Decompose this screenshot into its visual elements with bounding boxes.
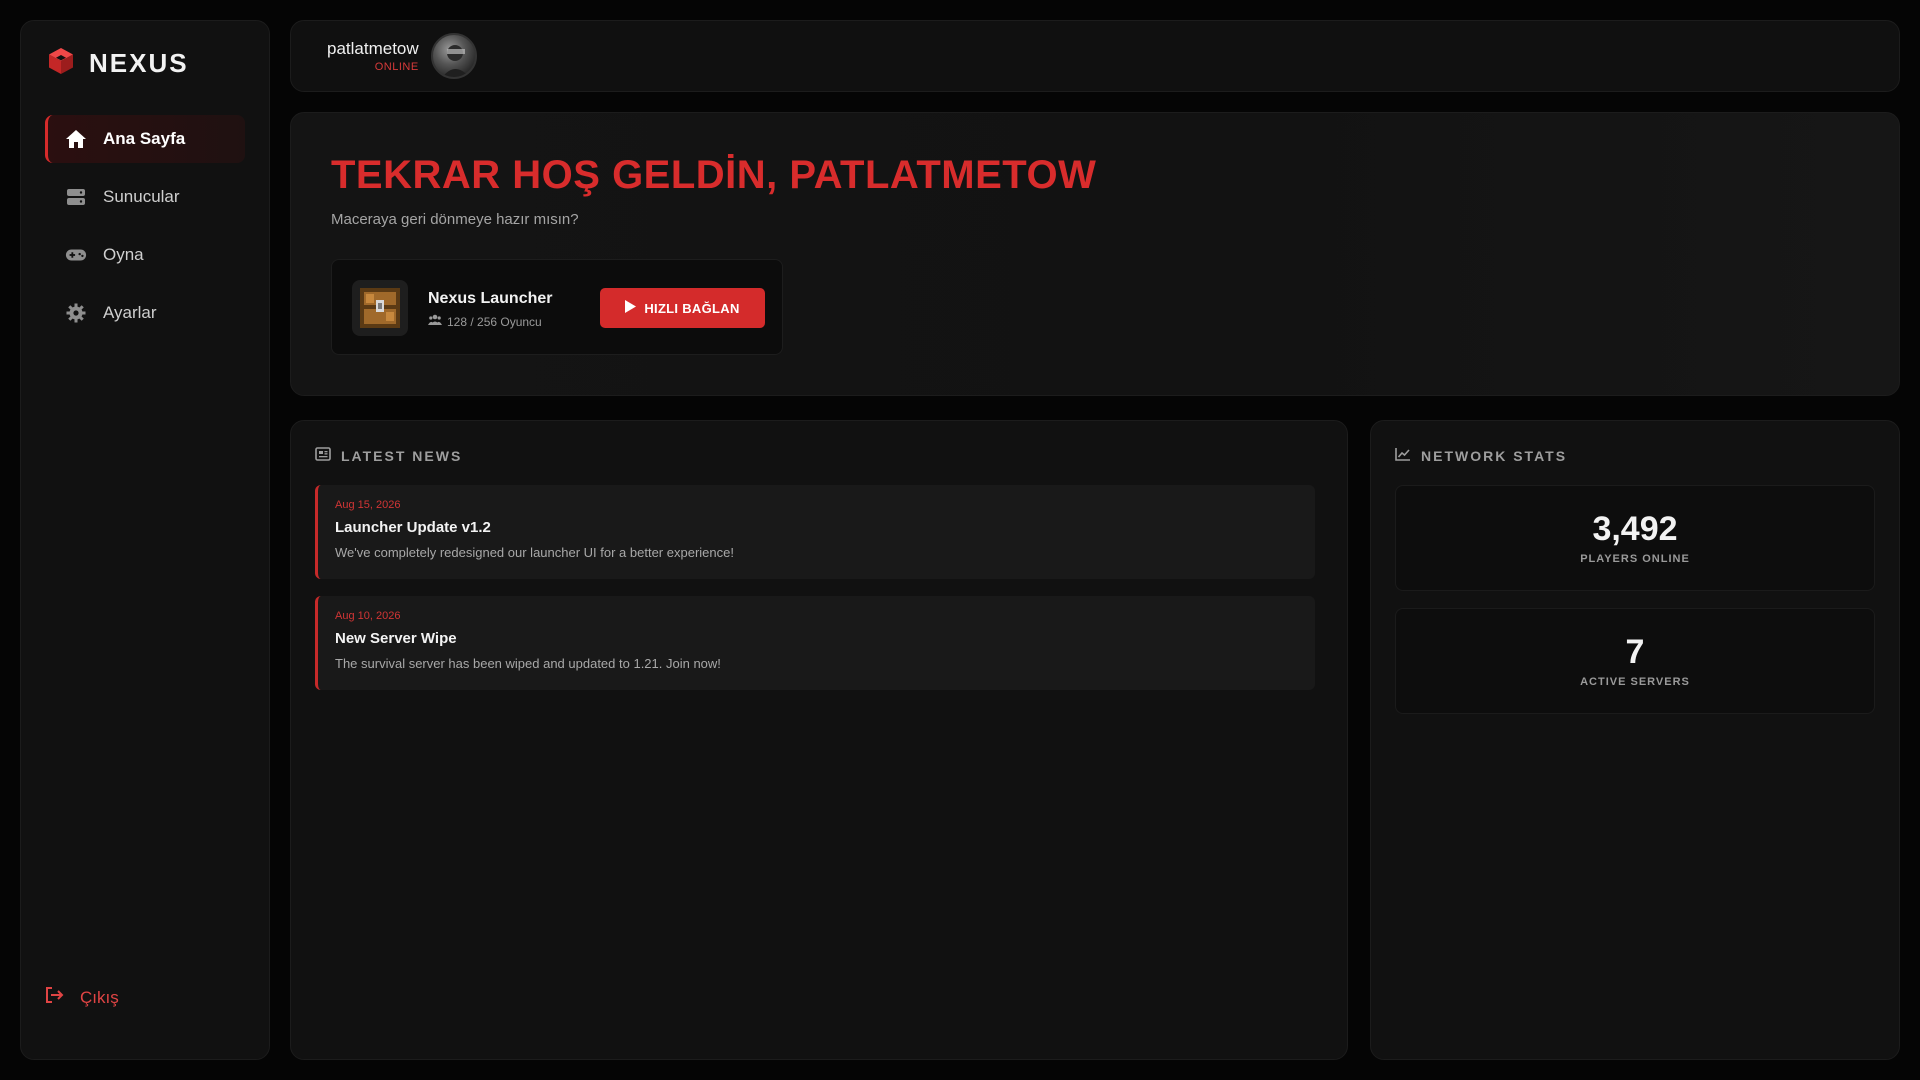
play-icon bbox=[625, 300, 637, 316]
stat-label: ACTIVE SERVERS bbox=[1580, 676, 1690, 688]
logout-button[interactable]: Çıkış bbox=[44, 986, 119, 1009]
news-date: Aug 15, 2026 bbox=[335, 499, 401, 511]
quick-connect-button[interactable]: HIZLI BAĞLAN bbox=[600, 288, 765, 328]
user-profile[interactable]: patlatmetow ONLINE bbox=[327, 33, 477, 79]
news-title: Launcher Update v1.2 bbox=[335, 519, 491, 536]
server-name: Nexus Launcher bbox=[428, 290, 553, 307]
cube-icon bbox=[45, 45, 77, 82]
latest-news-panel: LATEST NEWS Aug 15, 2026 Launcher Update… bbox=[290, 420, 1348, 1060]
logout-icon bbox=[44, 986, 64, 1009]
stat-value: 3,492 bbox=[1592, 510, 1678, 548]
news-date: Aug 10, 2026 bbox=[335, 610, 401, 622]
status-badge: ONLINE bbox=[374, 61, 419, 73]
line-chart-icon bbox=[1395, 447, 1411, 464]
gear-icon bbox=[65, 302, 87, 324]
news-item[interactable]: Aug 15, 2026 Launcher Update v1.2 We've … bbox=[315, 485, 1315, 579]
home-icon bbox=[65, 128, 87, 150]
news-description: The survival server has been wiped and u… bbox=[335, 656, 721, 671]
stat-value: 7 bbox=[1625, 633, 1645, 671]
users-icon bbox=[428, 314, 442, 329]
news-heading: LATEST NEWS bbox=[315, 447, 462, 464]
network-stats-panel: NETWORK STATS 3,492 PLAYERS ONLINE 7 ACT… bbox=[1370, 420, 1900, 1060]
sidebar-item-sunucular[interactable]: Sunucular bbox=[45, 173, 245, 221]
sidebar-item-label: Ayarlar bbox=[103, 303, 157, 322]
quick-connect-label: HIZLI BAĞLAN bbox=[644, 300, 740, 316]
page-title: TEKRAR HOŞ GELDİN, PATLATMETOW bbox=[331, 153, 1097, 197]
chest-icon bbox=[352, 280, 408, 336]
stats-heading: NETWORK STATS bbox=[1395, 447, 1567, 464]
sidebar-nav: Ana Sayfa Sunucular Oyna Ayarlar bbox=[45, 115, 245, 347]
server-icon bbox=[65, 186, 87, 208]
news-title: New Server Wipe bbox=[335, 630, 457, 647]
logout-label: Çıkış bbox=[80, 987, 119, 1007]
sidebar-item-label: Sunucular bbox=[103, 187, 180, 206]
gamepad-icon bbox=[65, 244, 87, 266]
welcome-hero: TEKRAR HOŞ GELDİN, PATLATMETOW Maceraya … bbox=[290, 112, 1900, 396]
stat-label: PLAYERS ONLINE bbox=[1580, 553, 1690, 565]
sidebar: NEXUS Ana Sayfa Sunucular Oyna Ayarlar bbox=[20, 20, 270, 1060]
newspaper-icon bbox=[315, 447, 331, 464]
news-item[interactable]: Aug 10, 2026 New Server Wipe The surviva… bbox=[315, 596, 1315, 690]
username: patlatmetow bbox=[327, 39, 419, 58]
brand-logo[interactable]: NEXUS bbox=[45, 45, 189, 82]
player-count-text: 128 / 256 Oyuncu bbox=[447, 314, 542, 329]
sidebar-item-label: Ana Sayfa bbox=[103, 129, 186, 148]
brand-name: NEXUS bbox=[89, 48, 189, 78]
player-count: 128 / 256 Oyuncu bbox=[428, 314, 542, 329]
news-description: We've completely redesigned our launcher… bbox=[335, 545, 734, 560]
sidebar-item-oyna[interactable]: Oyna bbox=[45, 231, 245, 279]
sidebar-item-ayarlar[interactable]: Ayarlar bbox=[45, 289, 245, 337]
stat-card-players-online: 3,492 PLAYERS ONLINE bbox=[1395, 485, 1875, 591]
server-card: Nexus Launcher 128 / 256 Oyuncu HIZLI BA… bbox=[331, 259, 783, 355]
stat-card-active-servers: 7 ACTIVE SERVERS bbox=[1395, 608, 1875, 714]
sidebar-item-ana-sayfa[interactable]: Ana Sayfa bbox=[45, 115, 245, 163]
top-bar: patlatmetow ONLINE bbox=[290, 20, 1900, 92]
page-subtitle: Maceraya geri dönmeye hazır mısın? bbox=[331, 211, 579, 228]
stats-heading-text: NETWORK STATS bbox=[1421, 447, 1568, 464]
avatar[interactable] bbox=[430, 33, 477, 79]
news-heading-text: LATEST NEWS bbox=[341, 447, 463, 464]
user-info: patlatmetow ONLINE bbox=[327, 39, 419, 73]
sidebar-item-label: Oyna bbox=[103, 245, 144, 264]
